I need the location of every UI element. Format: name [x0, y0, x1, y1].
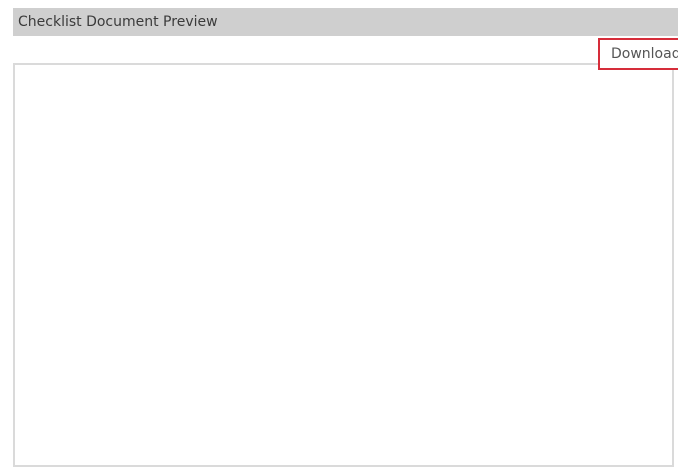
- page-title: Checklist Document Preview: [18, 14, 218, 30]
- download-button[interactable]: Download: [598, 38, 678, 70]
- preview-header-bar: Checklist Document Preview: [13, 8, 678, 36]
- document-preview-frame[interactable]: [13, 63, 674, 467]
